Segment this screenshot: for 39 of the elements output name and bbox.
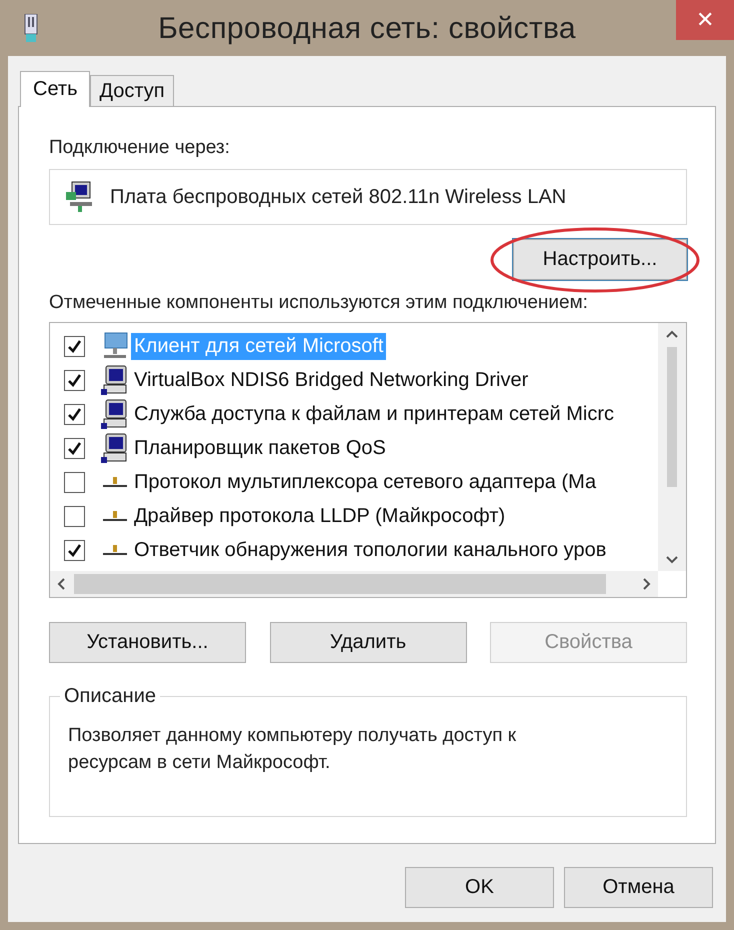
adapter-name: Плата беспроводных сетей 802.11n Wireless LAN	[110, 186, 566, 208]
network-adapter-icon	[22, 14, 40, 44]
dialog-button[interactable]: Отмена	[564, 867, 713, 908]
action-button[interactable]: Удалить	[270, 622, 466, 663]
checkbox[interactable]	[64, 404, 85, 424]
tab[interactable]: Доступ	[90, 75, 174, 106]
group-title: Описание	[63, 685, 158, 708]
checkbox[interactable]	[64, 438, 85, 458]
configure-button[interactable]: Настроить...	[513, 239, 687, 280]
description-text: Позволяет данному компьютеру получать доступ к ресурсам в сети Майкрософт.	[68, 724, 518, 775]
chevron-left-icon[interactable]	[56, 577, 66, 591]
connect-label: Подключение через:	[49, 137, 231, 159]
dialog-button[interactable]: OK	[405, 867, 554, 908]
scrollbar-thumb[interactable]	[667, 347, 677, 487]
checkbox[interactable]	[64, 370, 85, 390]
checkbox[interactable]	[64, 506, 85, 526]
component-item[interactable]: Служба доступа к файлам и принтерам сетей Micrc	[131, 400, 617, 428]
checkbox[interactable]	[64, 336, 85, 356]
component-item[interactable]: Протокол мультиплексора сетевого адаптера (Ма	[131, 468, 600, 496]
window-title: Беспроводная сеть: свойства	[158, 11, 576, 46]
checkbox[interactable]	[64, 472, 85, 492]
action-button[interactable]: Установить...	[49, 622, 246, 663]
tab[interactable]: Сеть	[20, 71, 90, 107]
scrollbar-thumb[interactable]	[74, 574, 606, 594]
component-item[interactable]: Планировщик пакетов QoS	[131, 434, 389, 462]
checkbox[interactable]	[64, 540, 85, 560]
component-item[interactable]: VirtualBox NDIS6 Bridged Networking Driver	[131, 366, 532, 394]
vertical-scrollbar[interactable]	[658, 323, 686, 571]
chevron-down-icon[interactable]	[665, 555, 679, 565]
component-item[interactable]: Драйвер протокола LLDP (Майкрософт)	[131, 502, 508, 530]
protocol-icon	[100, 542, 130, 558]
component-item[interactable]: Ответчик обнаружения топологии канального уров	[131, 536, 610, 564]
components-label: Отмеченные компоненты используются этим подключением:	[49, 292, 589, 314]
chevron-up-icon[interactable]	[665, 329, 679, 339]
chevron-right-icon[interactable]	[642, 577, 652, 591]
horizontal-scrollbar[interactable]	[50, 571, 658, 597]
protocol-icon	[100, 474, 130, 490]
protocol-icon	[100, 508, 130, 524]
close-button[interactable]: ✕	[676, 0, 734, 40]
